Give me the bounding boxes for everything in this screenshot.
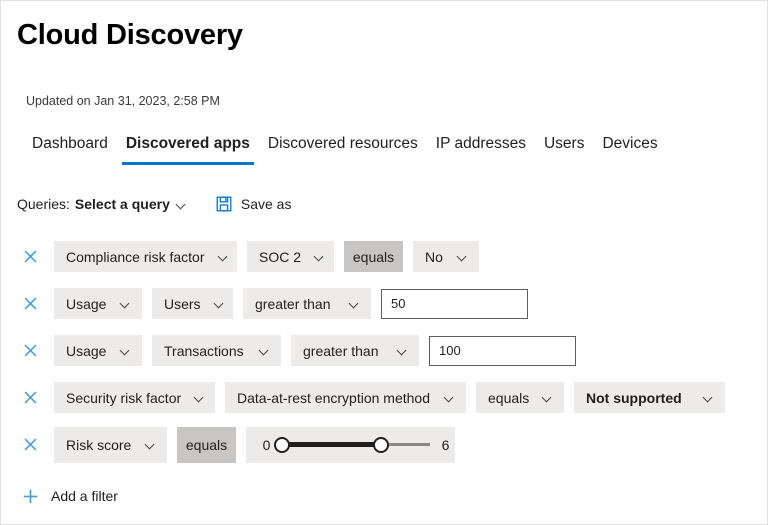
slider-selected-range xyxy=(282,442,381,447)
save-floppy-icon xyxy=(216,196,232,212)
save-as-label: Save as xyxy=(240,196,292,212)
save-as-button[interactable]: Save as xyxy=(216,196,292,212)
filter-dropdown[interactable]: equals xyxy=(476,382,564,413)
dropdown-value: Compliance risk factor xyxy=(66,248,205,265)
chevron-down-icon xyxy=(458,252,467,261)
slider-track[interactable] xyxy=(274,435,430,455)
tab-devices[interactable]: Devices xyxy=(593,133,666,165)
chevron-down-icon xyxy=(445,393,454,402)
query-selector-value: Select a query xyxy=(74,196,170,212)
filter-row: Risk score equals 0 6 xyxy=(17,421,757,468)
slider-thumb-high[interactable] xyxy=(372,436,389,453)
remove-filter-button[interactable] xyxy=(17,432,43,458)
operator-label: equals xyxy=(344,241,403,272)
last-updated-text: Updated on Jan 31, 2023, 2:58 PM xyxy=(26,94,220,108)
chevron-down-icon xyxy=(315,252,324,261)
chevron-down-icon xyxy=(219,252,228,261)
slider-min-label: 0 xyxy=(262,436,271,453)
filter-row: Usage Transactions greater than xyxy=(17,327,757,374)
chevron-down-icon xyxy=(543,393,552,402)
filter-dropdown[interactable]: Users xyxy=(152,288,233,319)
filter-value-input[interactable] xyxy=(429,335,576,366)
chevron-down-icon xyxy=(215,299,224,308)
filter-list: Compliance risk factor SOC 2 equals No Usage… xyxy=(17,233,757,468)
chevron-down-icon xyxy=(260,346,269,355)
close-x-icon xyxy=(24,250,36,263)
add-a-filter-button[interactable]: Add a filter xyxy=(23,484,118,508)
dropdown-value: Usage xyxy=(66,295,107,312)
chevron-down-icon xyxy=(121,299,130,308)
dropdown-value: SOC 2 xyxy=(259,248,302,265)
tab-discovered-resources[interactable]: Discovered resources xyxy=(259,133,427,165)
dropdown-value: Not supported xyxy=(586,389,682,406)
close-x-icon xyxy=(24,438,36,451)
filter-value-input[interactable] xyxy=(381,288,528,319)
filter-dropdown[interactable]: Security risk factor xyxy=(54,382,215,413)
close-x-icon xyxy=(24,391,36,404)
risk-score-range-slider[interactable]: 06 xyxy=(246,426,455,463)
filter-dropdown[interactable]: Data-at-rest encryption method xyxy=(225,382,466,413)
tab-dashboard[interactable]: Dashboard xyxy=(23,133,117,165)
filter-dropdown[interactable]: Not supported xyxy=(574,382,725,413)
operator-label: equals xyxy=(177,426,236,463)
close-x-icon xyxy=(24,344,36,357)
filter-dropdown[interactable]: Usage xyxy=(54,335,142,366)
add-a-filter-label: Add a filter xyxy=(51,488,118,504)
chevron-down-icon xyxy=(350,299,359,308)
remove-filter-button[interactable] xyxy=(17,244,43,270)
plus-icon xyxy=(23,489,38,503)
dropdown-value: equals xyxy=(352,248,395,265)
chevron-down-icon xyxy=(177,200,186,209)
tab-ip-addresses[interactable]: IP addresses xyxy=(427,133,535,165)
filter-dropdown[interactable]: Compliance risk factor xyxy=(54,241,237,272)
filter-dropdown[interactable]: SOC 2 xyxy=(247,241,334,272)
chevron-down-icon xyxy=(195,393,204,402)
dropdown-value: Usage xyxy=(66,342,107,359)
filter-dropdown[interactable]: greater than xyxy=(291,335,419,366)
dropdown-value: greater than xyxy=(303,342,379,359)
dropdown-value: Transactions xyxy=(164,342,244,359)
chevron-down-icon xyxy=(121,346,130,355)
dropdown-value: equals xyxy=(488,389,530,406)
filter-dropdown[interactable]: Usage xyxy=(54,288,142,319)
cloud-discovery-page: Cloud Discovery Updated on Jan 31, 2023,… xyxy=(0,0,768,525)
tab-discovered-apps[interactable]: Discovered apps xyxy=(117,133,259,165)
filter-row: Compliance risk factor SOC 2 equals No xyxy=(17,233,757,280)
chevron-down-icon xyxy=(398,346,407,355)
dropdown-value: greater than xyxy=(255,295,331,312)
filter-row: Security risk factor Data-at-rest encrypt… xyxy=(17,374,757,421)
chevron-down-icon xyxy=(704,393,713,402)
filter-dropdown[interactable]: Risk score xyxy=(54,426,167,463)
remove-filter-button[interactable] xyxy=(17,385,43,411)
tab-bar: Dashboard Discovered apps Discovered resou… xyxy=(23,133,667,165)
dropdown-value: Data-at-rest encryption method xyxy=(237,389,430,406)
dropdown-value: Users xyxy=(164,295,201,312)
remove-filter-button[interactable] xyxy=(17,291,43,317)
dropdown-value: No xyxy=(425,248,443,265)
query-selector[interactable]: Select a query xyxy=(75,196,186,212)
filter-dropdown[interactable]: Transactions xyxy=(152,335,281,366)
dropdown-value: Security risk factor xyxy=(66,389,182,406)
page-title: Cloud Discovery xyxy=(17,19,243,51)
filter-dropdown[interactable]: greater than xyxy=(243,288,371,319)
remove-filter-button[interactable] xyxy=(17,338,43,364)
slider-max-label: 6 xyxy=(441,436,450,453)
slider-thumb-low[interactable] xyxy=(274,436,290,453)
close-x-icon xyxy=(24,297,36,310)
filter-row: Usage Users greater than xyxy=(17,280,757,327)
queries-bar: Queries: Select a query Save as xyxy=(17,193,291,215)
chevron-down-icon xyxy=(146,440,155,449)
dropdown-value: equals xyxy=(185,436,228,453)
queries-label: Queries: xyxy=(17,196,70,212)
filter-dropdown[interactable]: No xyxy=(413,241,479,272)
dropdown-value: Risk score xyxy=(66,436,132,453)
tab-users[interactable]: Users xyxy=(535,133,593,165)
